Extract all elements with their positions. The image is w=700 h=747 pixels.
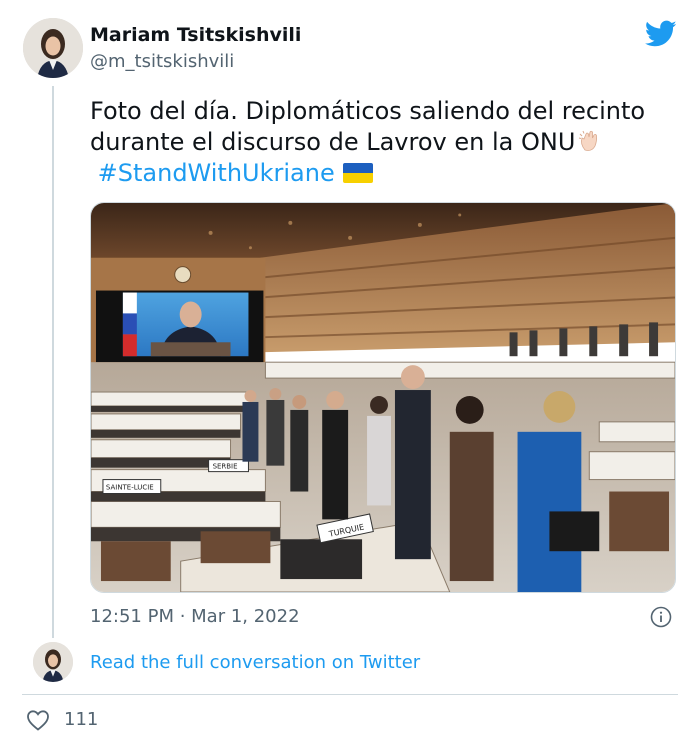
tweet-text-line1: Foto del día. Diplomáticos saliendo del … xyxy=(90,97,646,125)
tweet-text: Foto del día. Diplomáticos saliendo del … xyxy=(90,96,680,189)
author-avatar[interactable] xyxy=(23,18,83,78)
like-count[interactable]: 111 xyxy=(64,709,98,730)
tweet-text-line2-wrap: durante el discurso de Lavrov en la ONU xyxy=(90,127,680,158)
ukraine-flag-emoji xyxy=(342,163,373,183)
hashtag-link[interactable]: #StandWithUkriane xyxy=(98,159,335,187)
heart-icon[interactable] xyxy=(26,709,50,731)
info-icon[interactable] xyxy=(650,606,672,628)
clapping-hands-emoji xyxy=(577,128,603,154)
author-handle[interactable]: @m_tsitskishvili xyxy=(90,51,234,72)
tweet-text-line3: #StandWithUkriane xyxy=(90,158,680,189)
twitter-bird-icon[interactable] xyxy=(645,20,677,48)
sign-serbie: SERBIE xyxy=(213,463,238,471)
tweet-timestamp[interactable]: 12:51 PM · Mar 1, 2022 xyxy=(90,606,300,627)
tweet-text-line2: durante el discurso de Lavrov en la ONU xyxy=(90,128,576,156)
thread-line xyxy=(52,86,54,638)
sign-sainte-lucie: SAINTE-LUCIE xyxy=(106,484,154,492)
read-conversation-link[interactable]: Read the full conversation on Twitter xyxy=(90,652,420,673)
author-avatar-small[interactable] xyxy=(33,642,73,682)
divider xyxy=(22,694,678,695)
tweet-photo[interactable]: TURQUIE SAINTE-LUCIE SERBIE xyxy=(90,202,676,593)
author-name[interactable]: Mariam Tsitskishvili xyxy=(90,24,301,46)
